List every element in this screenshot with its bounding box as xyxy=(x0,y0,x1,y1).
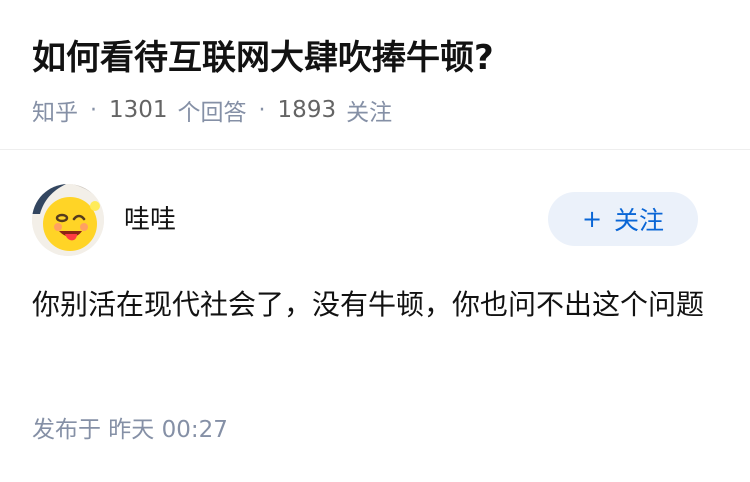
smiling-emoji-icon xyxy=(32,184,104,256)
source-label[interactable]: 知乎 xyxy=(32,93,78,127)
avatar[interactable] xyxy=(32,184,104,256)
question-title[interactable]: 如何看待互联网大肆吹捧牛顿? xyxy=(32,34,494,82)
answer-count-label: 个回答 xyxy=(177,100,247,126)
answer-content[interactable]: 你别活在现代社会了，没有牛顿，你也问不出这个问题 xyxy=(32,280,712,330)
follow-count-label: 关注 xyxy=(346,100,393,126)
plus-icon: + xyxy=(581,205,603,233)
answer-card: 哇哇 + 关注 你别活在现代社会了，没有牛顿，你也问不出这个问题 发布于 昨天 … xyxy=(0,150,750,482)
question-header: 如何看待互联网大肆吹捧牛顿? 知乎 · 1301 个回答 · 1893 关注 xyxy=(0,0,750,150)
published-time: 发布于 昨天 00:27 xyxy=(32,417,228,443)
follow-button[interactable]: + 关注 xyxy=(548,192,698,246)
meta-separator: · xyxy=(90,97,97,123)
answer-count: 1301 xyxy=(109,97,168,123)
follow-button-label: 关注 xyxy=(614,206,665,235)
author-row: 哇哇 + 关注 xyxy=(32,184,698,256)
question-meta: 知乎 · 1301 个回答 · 1893 关注 xyxy=(32,94,392,126)
author-name[interactable]: 哇哇 xyxy=(124,202,176,238)
follow-count: 1893 xyxy=(277,97,337,123)
meta-separator: · xyxy=(258,97,266,123)
